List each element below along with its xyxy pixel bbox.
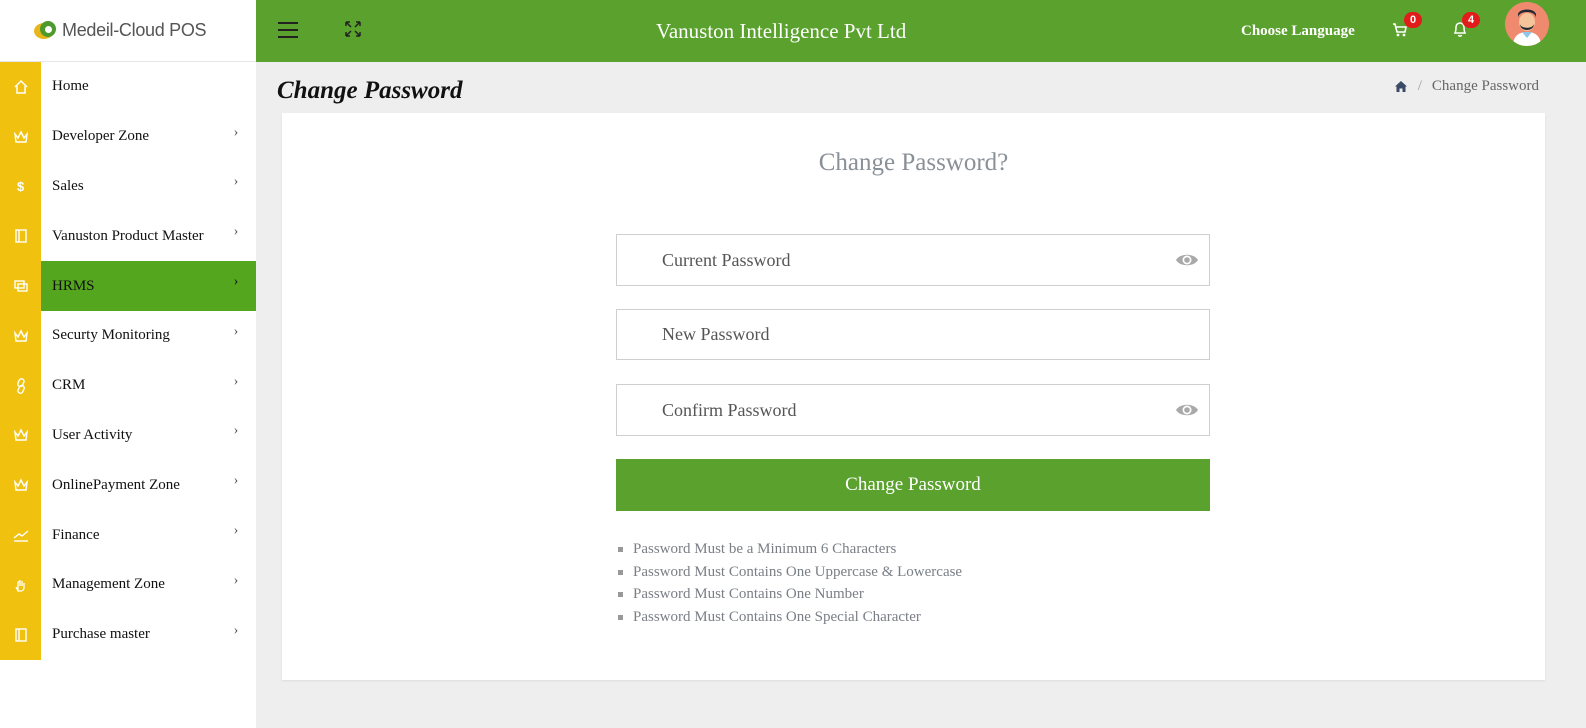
- change-password-card: Change Password? Change Password Passwor…: [282, 113, 1545, 680]
- chevron-right-icon: ›: [233, 373, 239, 389]
- dollar-icon: $: [0, 161, 41, 212]
- new-password-input[interactable]: [617, 310, 1209, 359]
- sidebar-item-label: Purchase master: [52, 626, 150, 643]
- sidebar-item-purchase-master[interactable]: Purchase master ›: [0, 609, 256, 660]
- rule-text: Password Must Contains One Uppercase & L…: [633, 563, 963, 580]
- chevron-right-icon: ›: [233, 423, 239, 439]
- form-heading: Change Password?: [818, 149, 1009, 176]
- sidebar-item-vanuston-product-master[interactable]: Vanuston Product Master ›: [0, 211, 256, 262]
- hand-icon: [0, 559, 41, 610]
- home-icon: [0, 62, 41, 112]
- menu-toggle-icon[interactable]: [278, 22, 298, 40]
- chevron-right-icon: ›: [233, 473, 239, 489]
- trend-icon: [0, 510, 41, 560]
- copy-icon: [0, 261, 41, 311]
- sidebar-item-label: Sales: [52, 177, 84, 194]
- rule-text: Password Must Contains One Special Chara…: [633, 608, 921, 625]
- crown-icon: [0, 460, 41, 511]
- svg-text:$: $: [17, 179, 25, 194]
- bullet-icon: [618, 546, 623, 552]
- rule-text: Password Must Contains One Number: [633, 586, 864, 603]
- sidebar-item-home[interactable]: Home: [0, 62, 256, 112]
- list-item: Password Must Contains One Uppercase & L…: [618, 561, 962, 584]
- cart-count-badge: 0: [1404, 12, 1422, 28]
- list-item: Password Must Contains One Special Chara…: [618, 606, 962, 629]
- eye-icon[interactable]: [1175, 251, 1199, 269]
- list-item: Password Must Contains One Number: [618, 583, 962, 606]
- home-icon[interactable]: [1394, 80, 1408, 93]
- password-rules-list: Password Must be a Minimum 6 Characters …: [618, 538, 962, 629]
- sidebar-item-label: Developer Zone: [52, 128, 150, 145]
- breadcrumb: / Change Password: [1394, 78, 1539, 95]
- confirm-password-input[interactable]: [617, 385, 1209, 435]
- current-password-field: [616, 234, 1210, 286]
- top-header: Vanuston Intelligence Pvt Ltd Choose Lan…: [256, 0, 1586, 62]
- bullet-icon: [618, 592, 623, 598]
- chevron-right-icon: ›: [233, 572, 239, 588]
- logo-icon: [34, 20, 60, 41]
- brand-logo[interactable]: Medeil-Cloud POS: [0, 0, 256, 62]
- sidebar-menu: Home Developer Zone › $ Sales › Vanuston P…: [0, 62, 256, 660]
- sidebar-item-label: Home: [52, 78, 89, 95]
- sidebar-item-user-activity[interactable]: User Activity ›: [0, 410, 256, 461]
- sidebar-item-hrms[interactable]: HRMS ›: [0, 261, 256, 311]
- bullet-icon: [618, 569, 623, 575]
- brand-name: Medeil-Cloud POS: [62, 20, 207, 40]
- sidebar-item-sales[interactable]: $ Sales ›: [0, 161, 256, 212]
- sidebar-item-label: User Activity: [52, 426, 133, 443]
- new-password-field: [616, 309, 1210, 360]
- crown-icon: [0, 111, 41, 162]
- choose-language-button[interactable]: Choose Language: [1241, 23, 1355, 40]
- sidebar-item-developer-zone[interactable]: Developer Zone ›: [0, 111, 256, 162]
- rule-text: Password Must be a Minimum 6 Characters: [633, 540, 897, 557]
- sidebar-item-securty-monitoring[interactable]: Securty Monitoring ›: [0, 310, 256, 361]
- bullet-icon: [618, 614, 623, 620]
- change-password-button[interactable]: Change Password: [616, 459, 1210, 511]
- sidebar-item-label: HRMS: [52, 277, 95, 294]
- breadcrumb-separator: /: [1417, 78, 1422, 94]
- user-avatar[interactable]: [1505, 2, 1549, 46]
- book-icon: [0, 609, 41, 660]
- crown-icon: [0, 410, 41, 461]
- chevron-right-icon: ›: [233, 174, 239, 190]
- chevron-right-icon: ›: [233, 323, 239, 339]
- confirm-password-field: [616, 384, 1210, 436]
- chevron-right-icon: ›: [233, 523, 239, 539]
- crown-icon: [0, 310, 41, 361]
- sidebar-item-label: Securty Monitoring: [52, 327, 170, 344]
- link-icon: [0, 360, 41, 411]
- sidebar-item-label: OnlinePayment Zone: [52, 476, 180, 493]
- eye-icon[interactable]: [1175, 401, 1199, 419]
- sidebar-item-management-zone[interactable]: Management Zone ›: [0, 559, 256, 610]
- sidebar-item-label: Management Zone: [52, 576, 165, 593]
- sidebar-item-label: Finance: [52, 526, 100, 543]
- chevron-right-icon: ›: [233, 224, 239, 240]
- current-password-input[interactable]: [617, 235, 1209, 285]
- fullscreen-icon[interactable]: [344, 20, 362, 38]
- book-icon: [0, 211, 41, 262]
- chevron-right-icon: ›: [233, 274, 239, 290]
- company-name: Vanuston Intelligence Pvt Ltd: [656, 19, 907, 43]
- list-item: Password Must be a Minimum 6 Characters: [618, 538, 962, 561]
- breadcrumb-current: Change Password: [1431, 78, 1539, 94]
- sidebar-item-label: CRM: [52, 377, 86, 394]
- page-title: Change Password: [277, 77, 463, 104]
- chevron-right-icon: ›: [233, 124, 239, 140]
- chevron-right-icon: ›: [233, 622, 239, 638]
- sidebar: Medeil-Cloud POS Home Developer Zone › $ …: [0, 0, 256, 728]
- sidebar-item-label: Vanuston Product Master: [52, 227, 204, 244]
- notification-count-badge: 4: [1462, 12, 1480, 28]
- sidebar-item-crm[interactable]: CRM ›: [0, 360, 256, 411]
- sidebar-item-finance[interactable]: Finance ›: [0, 510, 256, 560]
- sidebar-item-onlinepayment-zone[interactable]: OnlinePayment Zone ›: [0, 460, 256, 511]
